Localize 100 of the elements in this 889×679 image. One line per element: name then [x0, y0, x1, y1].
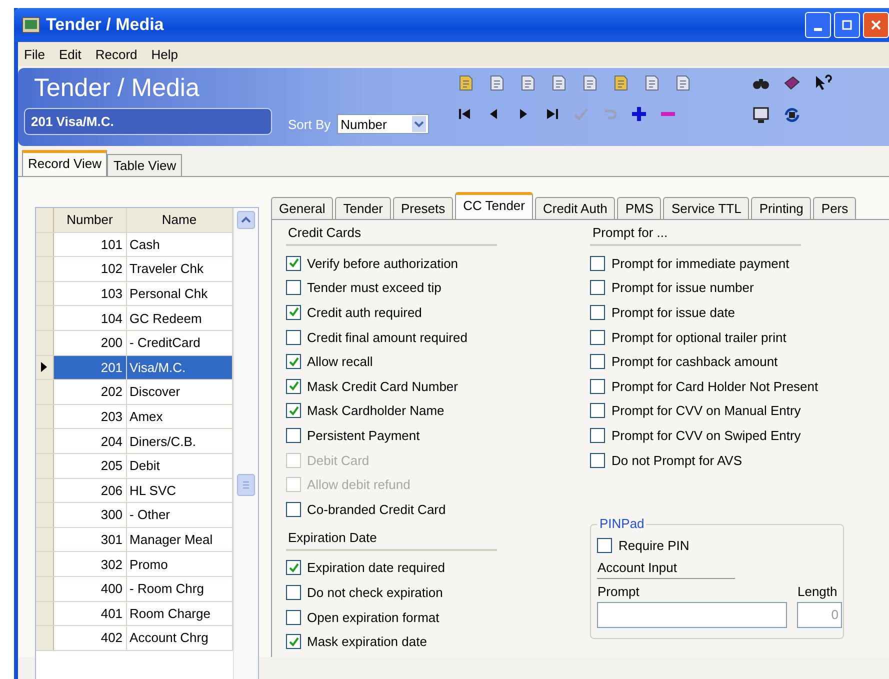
checkbox[interactable] [286, 634, 301, 650]
checkbox-label: Mask Cardholder Name [307, 403, 444, 418]
document-icon[interactable] [488, 74, 506, 92]
record-field: 201 Visa/M.C. [24, 108, 272, 135]
checkbox[interactable] [597, 538, 612, 554]
table-cell[interactable]: 400 [54, 576, 127, 600]
checkbox[interactable] [286, 330, 301, 345]
checkbox-label: Expiration date required [307, 560, 446, 576]
check-icon[interactable] [572, 106, 589, 122]
tab[interactable]: Service TTL [663, 197, 750, 219]
tab[interactable]: Tender [335, 197, 391, 219]
document-icon[interactable] [580, 74, 599, 92]
group-title: Prompt for ... [590, 223, 802, 246]
prompt-field[interactable] [597, 602, 788, 628]
tab[interactable]: Printing [751, 197, 812, 219]
checkbox[interactable] [590, 428, 606, 443]
table-cell[interactable]: 301 [54, 528, 127, 552]
tab[interactable]: CC Tender [455, 192, 533, 219]
document-icon[interactable] [550, 74, 568, 92]
document-icon[interactable] [456, 74, 475, 92]
checkbox[interactable] [590, 256, 606, 271]
minimize-button[interactable] [805, 12, 831, 38]
scroll-thumb[interactable] [237, 474, 255, 496]
first-record-icon[interactable] [456, 106, 473, 122]
checkbox[interactable] [590, 378, 606, 394]
form-title: Tender / Media [33, 74, 200, 104]
document-icon[interactable] [642, 74, 661, 92]
scrollbar[interactable] [233, 208, 258, 679]
table-cell[interactable]: 104 [54, 306, 127, 330]
table-cell[interactable]: 204 [54, 429, 127, 453]
table-cell[interactable]: Visa/M.C. [126, 356, 233, 380]
checkbox-label: Prompt for issue date [611, 304, 736, 320]
menu-item[interactable]: Record [95, 46, 138, 62]
table-cell[interactable]: 203 [54, 404, 127, 428]
checkbox-label: Mask Credit Card Number [307, 378, 458, 394]
table-cell[interactable]: 206 [54, 478, 127, 502]
field-label: Length [797, 584, 838, 601]
row-pointer-icon [41, 362, 48, 372]
checkbox[interactable] [286, 428, 301, 443]
table-cell[interactable]: 103 [54, 282, 127, 306]
document-icon[interactable] [674, 74, 692, 92]
checkbox[interactable] [590, 304, 606, 320]
table-cell[interactable]: 201 [54, 356, 127, 380]
view-tab[interactable]: Record View [22, 150, 108, 176]
tab[interactable]: General [271, 197, 334, 219]
checkbox-label: Open expiration format [307, 610, 440, 625]
group-title: Expiration Date [286, 528, 497, 551]
column-header[interactable]: Number [54, 208, 127, 232]
checkbox[interactable] [286, 584, 301, 600]
checkbox-label: Verify before authorization [307, 256, 458, 271]
plus-icon[interactable] [630, 106, 647, 122]
checkbox-label: Do not Prompt for AVS [611, 452, 742, 468]
checkbox-label: Prompt for CVV on Manual Entry [611, 403, 801, 418]
table-cell[interactable]: 302 [54, 552, 127, 576]
table-cell[interactable]: 205 [54, 454, 127, 478]
checkbox[interactable] [286, 502, 301, 517]
checkbox[interactable] [590, 403, 606, 418]
column-header[interactable]: Name [126, 208, 233, 232]
tab[interactable]: Pers [813, 197, 856, 219]
row-header[interactable] [36, 356, 54, 380]
menu-item[interactable]: Help [151, 46, 178, 62]
tab[interactable]: Credit Auth [534, 197, 616, 219]
sort-dropdown[interactable]: Number [336, 114, 429, 134]
checkbox[interactable] [286, 256, 301, 271]
checkbox[interactable] [590, 354, 606, 370]
table-cell[interactable]: 401 [54, 602, 127, 626]
view-tab[interactable]: Table View [107, 154, 182, 176]
checkbox[interactable] [286, 610, 301, 625]
table-cell[interactable]: 300 [54, 503, 127, 527]
monitor-icon[interactable] [752, 106, 770, 124]
checkbox[interactable] [590, 452, 606, 468]
refresh-icon[interactable] [782, 106, 801, 124]
menu-item[interactable]: Edit [58, 46, 82, 62]
tab[interactable]: PMS [617, 197, 662, 219]
checkbox-label: Tender must exceed tip [307, 280, 442, 296]
checkbox[interactable] [286, 378, 301, 394]
checkbox-label: Mask expiration date [307, 634, 427, 650]
checkbox-label: Credit auth required [307, 304, 422, 320]
table-cell[interactable]: 402 [54, 626, 127, 650]
document-icon[interactable] [612, 74, 630, 92]
table-cell[interactable]: 101 [54, 232, 127, 256]
checkbox[interactable] [286, 560, 301, 576]
checkbox[interactable] [286, 354, 301, 370]
table-cell[interactable]: 200 [54, 330, 127, 355]
checkbox[interactable] [590, 330, 606, 345]
scroll-up-button[interactable] [237, 211, 255, 229]
checkbox[interactable] [286, 280, 301, 296]
menu-item[interactable]: File [24, 46, 45, 62]
checkbox-label: Do not check expiration [307, 584, 443, 600]
close-button[interactable] [863, 12, 889, 38]
table-cell[interactable]: 102 [54, 257, 127, 281]
checkbox[interactable] [286, 304, 301, 320]
maximize-button[interactable] [834, 12, 860, 38]
table-cell[interactable]: 202 [54, 380, 127, 404]
checkbox[interactable] [286, 403, 301, 418]
tab[interactable]: Presets [393, 197, 454, 219]
document-icon[interactable] [518, 74, 537, 92]
help-pointer-icon[interactable] [814, 74, 832, 92]
checkbox[interactable] [590, 280, 606, 296]
checkbox-label: Require PIN [618, 538, 690, 554]
